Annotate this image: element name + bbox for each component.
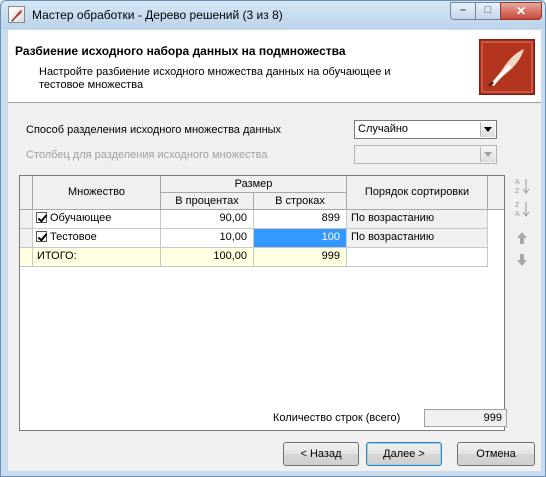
test-set-label: Тестовое [50,231,97,243]
column-header-filler [488,176,504,210]
wizard-header: Разбиение исходного набора данных на под… [8,30,541,103]
next-button[interactable]: Далее > [366,442,442,466]
train-sort-cell[interactable]: По возрастанию [347,210,488,229]
row-indicator[interactable] [20,229,33,248]
train-rows-cell[interactable]: 899 [254,210,347,229]
row-count-value: 999 [424,409,507,427]
test-percent-cell[interactable]: 10,00 [161,229,254,248]
train-checkbox[interactable] [36,212,47,223]
step-title: Разбиение исходного набора данных на под… [15,44,346,58]
svg-text:A: A [515,211,520,218]
dropdown-arrow-button[interactable] [480,122,495,137]
split-column-label: Столбец для разделения исходного множест… [26,149,268,161]
step-description: Настройте разбиение исходного множества … [39,66,391,91]
svg-text:Z: Z [515,188,520,195]
wizard-client-area: Разбиение исходного набора данных на под… [8,30,541,471]
column-header-sort-order[interactable]: Порядок сортировки [347,176,488,210]
wizard-window: Мастер обработки - Дерево решений (3 из … [0,0,546,477]
svg-text:Z: Z [515,202,520,209]
wizard-logo-icon [479,39,535,95]
arrow-down-icon[interactable] [514,252,530,268]
test-rows-cell-selected[interactable]: 100 [254,229,347,248]
title-bar[interactable]: Мастер обработки - Дерево решений (3 из … [1,1,545,29]
sort-ascending-icon[interactable]: AZ [514,177,530,195]
subsets-grid[interactable]: Множество Размер В процентах В строках П… [19,175,505,431]
split-method-value: Случайно [358,123,409,135]
column-header-size: Размер [161,176,347,193]
back-button[interactable]: < Назад [283,442,359,466]
app-icon[interactable] [8,6,25,23]
sort-descending-icon[interactable]: ZA [514,200,530,218]
column-header-set[interactable]: Множество [33,176,161,210]
svg-text:A: A [515,179,520,186]
cancel-button[interactable]: Отмена [457,442,535,466]
column-header-percent[interactable]: В процентах [161,193,254,210]
total-label: ИТОГО: [33,248,161,267]
minimize-button[interactable]: – [450,2,476,20]
row-indicator[interactable] [20,210,33,229]
split-method-select[interactable]: Случайно [354,120,497,139]
row-count-label: Количество строк (всего) [273,412,401,424]
table-row-train-name[interactable]: Обучающее [33,210,161,229]
train-set-label: Обучающее [50,212,112,224]
test-checkbox[interactable] [36,231,47,242]
chevron-down-icon [484,152,492,157]
split-column-select[interactable] [354,145,497,164]
row-indicator [20,248,33,267]
maximize-icon: □ [484,4,492,16]
maximize-button[interactable]: □ [475,2,501,20]
total-rows-cell: 999 [254,248,347,267]
total-sort-cell [347,248,488,267]
train-percent-cell[interactable]: 90,00 [161,210,254,229]
chevron-down-icon [484,127,492,132]
window-title: Мастер обработки - Дерево решений (3 из … [32,8,283,22]
split-method-label: Способ разделения исходного множества да… [26,124,282,136]
column-header-rows[interactable]: В строках [254,193,347,210]
arrow-up-icon[interactable] [514,230,530,246]
grid-corner [20,176,33,210]
total-percent-cell: 100,00 [161,248,254,267]
test-sort-cell[interactable]: По возрастанию [347,229,488,248]
close-icon: ✕ [515,4,527,18]
close-button[interactable]: ✕ [500,2,542,20]
table-row-test-name[interactable]: Тестовое [33,229,161,248]
minimize-icon: – [459,4,467,16]
dropdown-arrow-button-disabled[interactable] [480,147,495,162]
